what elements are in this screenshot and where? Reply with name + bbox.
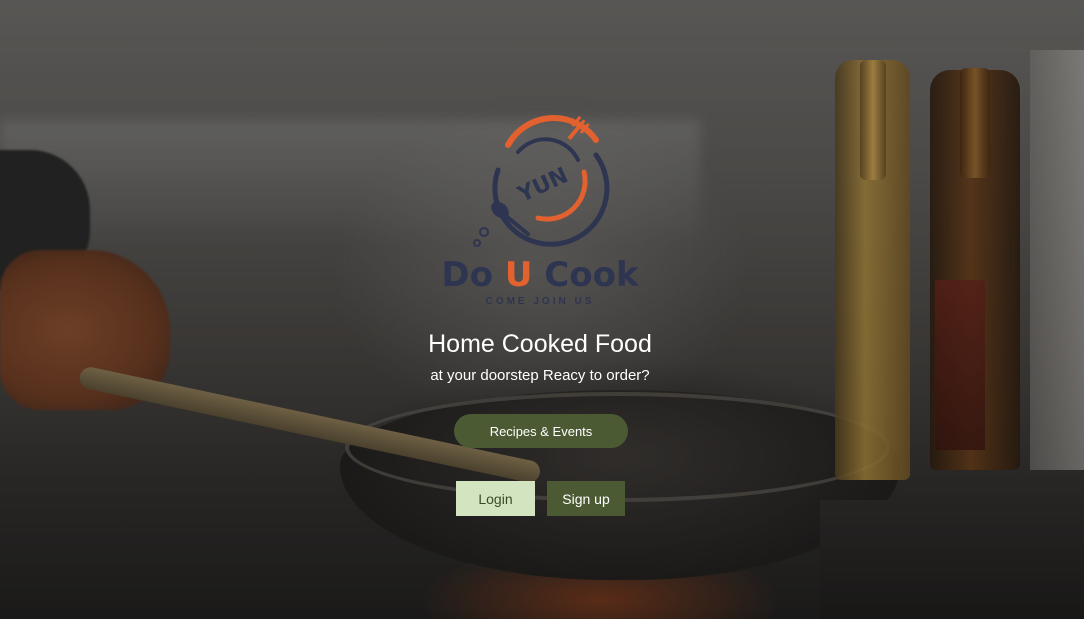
hero-section: YUN Do U Cook COME JOIN US Home Cooked F… <box>0 0 1084 619</box>
recipes-events-button[interactable]: Recipes & Events <box>454 414 628 448</box>
signup-button[interactable]: Sign up <box>547 481 625 516</box>
brand-name-accent: U <box>504 255 533 295</box>
brand-name-prefix: Do <box>441 255 505 295</box>
hero-subline: at your doorstep Reacy to order? <box>430 367 650 384</box>
brand-name: Do U Cook <box>440 255 640 295</box>
hero-headline: Home Cooked Food <box>428 330 652 358</box>
logo-icon: YUN <box>473 115 610 247</box>
brand-name-suffix: Cook <box>532 255 639 295</box>
logo-letters: YUN <box>513 163 572 208</box>
brand-tagline: COME JOIN US <box>485 296 595 307</box>
login-button[interactable]: Login <box>456 481 535 516</box>
hero-content: YUN Do U Cook COME JOIN US Home Cooked F… <box>0 0 1084 619</box>
